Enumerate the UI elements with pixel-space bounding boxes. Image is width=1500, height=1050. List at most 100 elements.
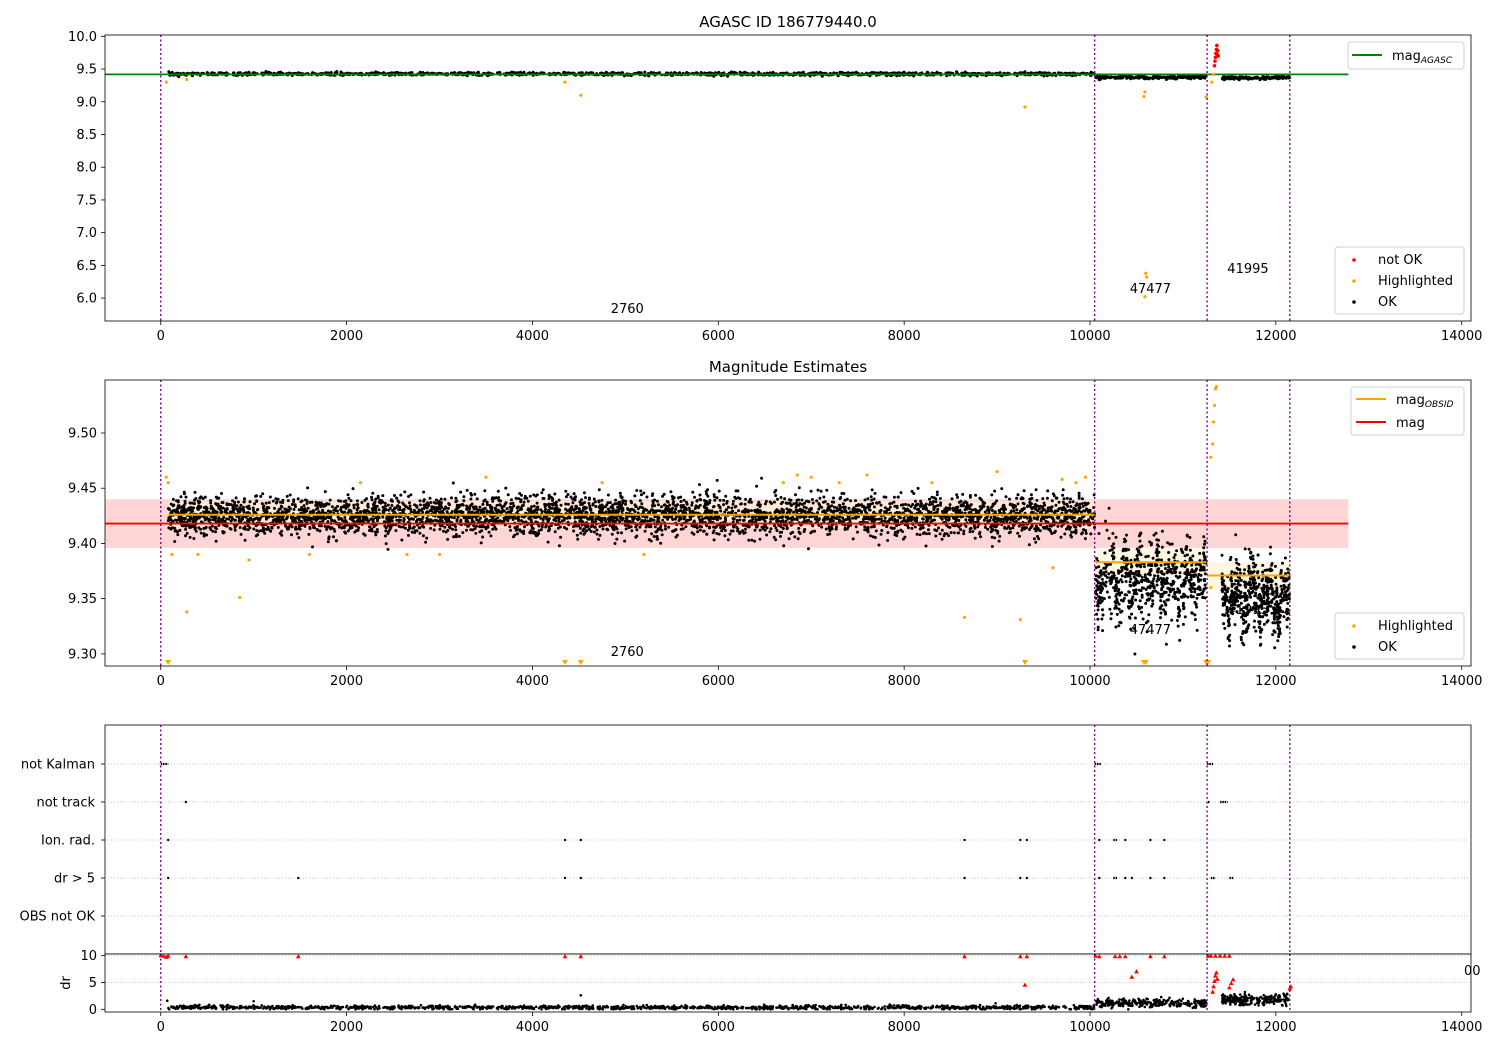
ok-point (255, 499, 259, 503)
ok-point (438, 527, 442, 531)
ok-point (679, 495, 683, 499)
ok-point (919, 505, 922, 508)
ok-point (765, 533, 769, 537)
ok-point (652, 535, 656, 538)
ok-point (578, 516, 582, 520)
ok-point (253, 502, 257, 506)
ok-point (173, 508, 176, 512)
ok-point (779, 496, 783, 499)
ok-point (469, 497, 473, 501)
ok-point (1065, 527, 1068, 531)
ok-point (899, 503, 903, 507)
ok-point (585, 529, 589, 533)
ok-point (422, 490, 426, 494)
ok-point (851, 537, 855, 541)
ok-point (956, 505, 960, 509)
ok-point (919, 499, 923, 503)
ok-point (796, 537, 800, 541)
ok-point (564, 502, 568, 506)
ok-point (952, 531, 956, 535)
ok-point (935, 70, 939, 74)
ok-point (979, 535, 983, 539)
ok-point (610, 532, 614, 536)
ok-point (597, 488, 601, 492)
ok-point (789, 503, 793, 507)
legend-highlighted-marker (1352, 279, 1356, 283)
not-ok-point (1216, 54, 1221, 58)
ok-point (1029, 493, 1033, 497)
ok-point (267, 501, 271, 505)
x-tick-label: 0 (157, 329, 165, 344)
ok-point (432, 528, 436, 532)
ok-point (793, 535, 797, 539)
ok-point (820, 505, 824, 509)
ok-point (377, 508, 381, 512)
ok-point (351, 487, 355, 491)
ok-point (763, 519, 767, 523)
y-tick-label: 7.0 (76, 226, 97, 241)
ok-point (775, 529, 779, 532)
ok-point (397, 524, 401, 528)
ok-point (1022, 506, 1026, 510)
ok-point (203, 518, 207, 522)
ok-point (715, 532, 719, 535)
ok-point (824, 527, 828, 531)
ok-point (1274, 76, 1278, 80)
highlighted-point (579, 93, 583, 97)
ok-point (454, 528, 458, 532)
ok-point (233, 525, 237, 529)
ok-point (339, 499, 343, 503)
ok-point (233, 518, 237, 522)
ok-point (660, 528, 664, 532)
ok-point (845, 497, 849, 501)
ok-point (814, 517, 818, 521)
ok-point (928, 497, 931, 501)
ok-point (446, 537, 450, 541)
ok-point (935, 493, 939, 497)
ok-point (639, 489, 643, 493)
ok-point (695, 499, 699, 503)
ok-point (650, 532, 654, 536)
ok-point (1069, 533, 1073, 537)
ok-point (243, 538, 247, 542)
ok-point (306, 506, 310, 510)
ok-point (717, 70, 721, 74)
ok-point (1022, 489, 1026, 493)
ok-point (402, 517, 406, 521)
ok-point (1041, 508, 1045, 512)
ok-point (473, 527, 477, 531)
ok-point (615, 537, 619, 541)
legend-highlighted-label: Highlighted (1378, 274, 1453, 289)
ok-point (390, 504, 394, 507)
ok-point (997, 539, 1001, 543)
ok-point (880, 529, 884, 532)
ok-point (326, 520, 330, 524)
ok-point (1016, 531, 1020, 535)
ok-point (451, 481, 455, 485)
ok-point (1018, 534, 1021, 538)
ok-point (582, 491, 586, 495)
ok-point (1075, 503, 1079, 507)
ok-point (475, 497, 479, 501)
ok-point (465, 504, 469, 508)
ok-point (275, 500, 279, 504)
ok-point (1032, 537, 1036, 541)
ok-point (522, 500, 526, 504)
ok-point (786, 501, 790, 505)
ok-point (522, 70, 526, 74)
ok-point (572, 508, 576, 512)
ok-point (811, 501, 815, 505)
ok-point (698, 483, 701, 487)
ok-point (674, 535, 678, 539)
ok-point (440, 524, 444, 528)
ok-point (643, 529, 647, 533)
ok-point (231, 504, 235, 508)
ok-point (403, 490, 407, 494)
ok-point (664, 527, 667, 531)
ok-point (459, 490, 463, 494)
y-tick-label: 9.0 (76, 95, 97, 110)
ok-point (576, 537, 580, 541)
ok-point (1023, 526, 1027, 529)
ok-point (592, 530, 596, 534)
ok-point (353, 530, 357, 534)
